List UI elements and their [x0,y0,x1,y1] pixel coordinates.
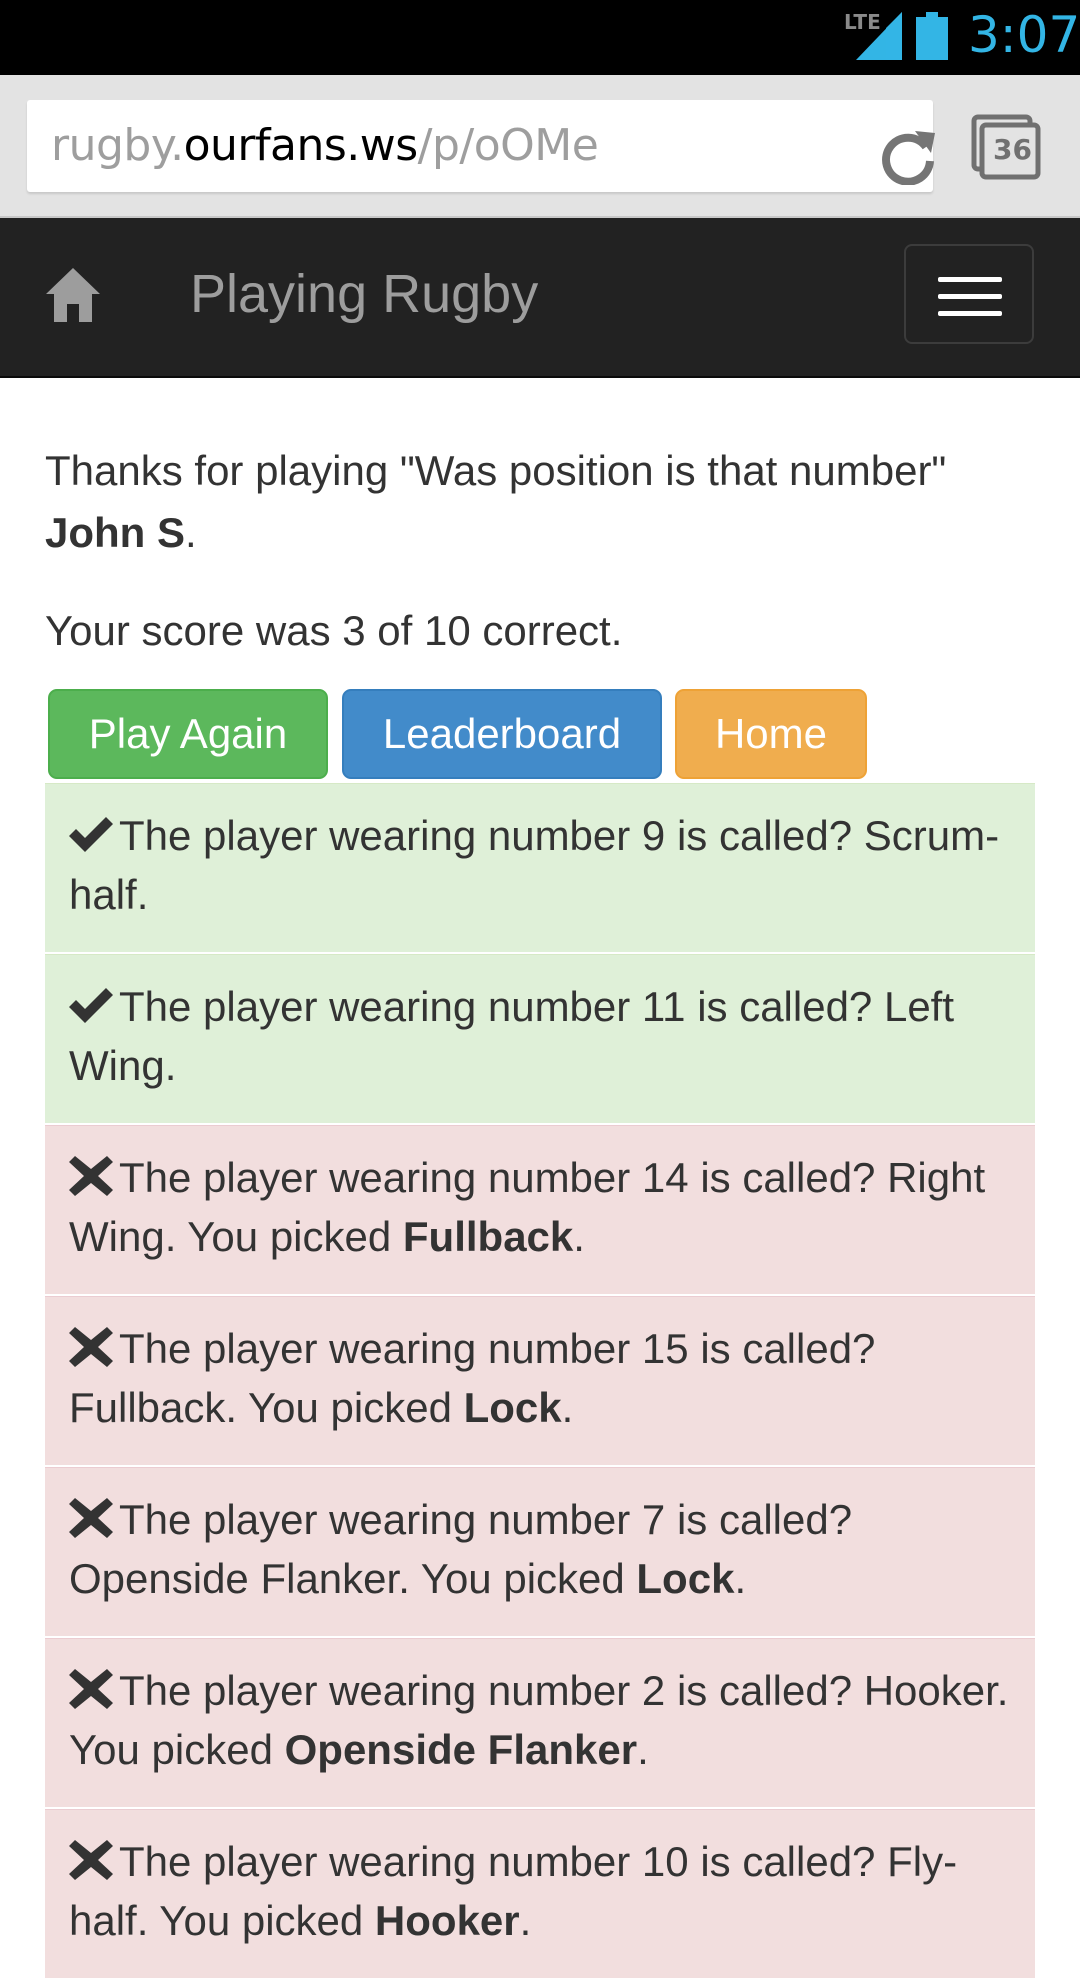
result-item: The player wearing number 10 is called? … [45,1809,1035,1980]
site-navbar: Playing Rugby [0,218,1080,378]
question-text: The player wearing number 9 is called? S… [69,812,1000,918]
result-item: The player wearing number 9 is called? S… [45,783,1035,954]
question-text: The player wearing number 2 is called? H… [119,1667,1009,1714]
check-icon [69,988,113,1023]
url-subdomain: rugby. [51,120,184,171]
url-domain: ourfans.ws [183,120,419,171]
results-list: The player wearing number 9 is called? S… [45,783,1035,1980]
menu-icon-bar [938,294,1002,299]
picked-suffix: . [573,1213,585,1260]
reload-icon[interactable] [879,127,937,185]
picked-answer: Openside Flanker [284,1726,638,1773]
picked-answer: Lock [636,1555,735,1602]
score-text: Your score was 3 of 10 correct. [45,607,623,654]
result-item: The player wearing number 15 is called? … [45,1296,1035,1467]
check-icon [69,817,113,852]
clock: 3:07 [968,6,1080,64]
picked-prefix: You picked [176,1213,403,1260]
picked-prefix: You picked [409,1555,637,1602]
result-item: The player wearing number 11 is called? … [45,954,1035,1125]
site-brand[interactable]: Playing Rugby [190,263,538,325]
picked-prefix: You picked [148,1897,375,1944]
status-bar: LTE 3:07 [0,0,1080,75]
picked-answer: Hooker [374,1897,520,1944]
signal-icon [856,12,902,60]
url-path: /p/oOMe [417,120,599,171]
cross-icon [69,1498,113,1538]
picked-suffix: . [637,1726,649,1773]
thanks-message: Thanks for playing "Was position is that… [45,440,1035,564]
cross-icon [69,1669,113,1709]
home-icon[interactable] [44,266,102,324]
leaderboard-button[interactable]: Leaderboard [342,689,662,779]
result-item: The player wearing number 2 is called? H… [45,1638,1035,1809]
picked-prefix: You picked [237,1384,464,1431]
picked-answer: Fullback [402,1213,574,1260]
picked-suffix: . [734,1555,747,1602]
cross-icon [69,1327,113,1367]
picked-suffix: . [519,1897,532,1944]
cross-icon [69,1840,113,1880]
menu-toggle-button[interactable] [904,244,1034,344]
result-item: The player wearing number 7 is called? O… [45,1467,1035,1638]
question-text: The player wearing number 11 is called? … [69,983,955,1089]
home-button[interactable]: Home [675,689,867,779]
picked-suffix: . [561,1384,574,1431]
picked-answer: Lock [463,1384,562,1431]
address-bar[interactable]: rugby.ourfans.ws/p/oOMe [27,100,935,192]
play-again-button[interactable]: Play Again [48,689,328,779]
menu-icon-bar [938,311,1002,316]
cross-icon [69,1156,113,1196]
battery-icon [916,12,948,60]
result-item: The player wearing number 14 is called? … [45,1125,1035,1296]
url-text[interactable]: rugby.ourfans.ws/p/oOMe [51,120,599,171]
menu-icon [938,277,1002,282]
picked-prefix: You picked [69,1726,285,1773]
thanks-text: Thanks for playing "Was position is that… [45,447,947,494]
tab-count[interactable]: 36 [993,133,1032,166]
name-punctuation: . [185,509,197,556]
browser-toolbar: rugby.ourfans.ws/p/oOMe 36 [0,75,1080,218]
player-name: John S [45,509,186,556]
